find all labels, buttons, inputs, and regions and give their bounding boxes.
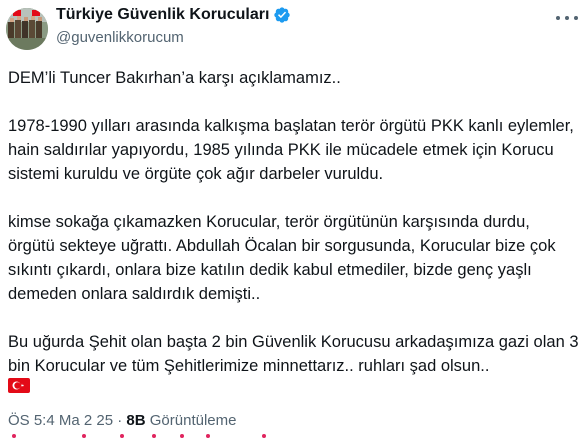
tweet-paragraph: 1978-1990 yılları arasında kalkışma başl… (8, 117, 579, 183)
tweet-text: DEM’li Tuncer Bakırhan’a karşı açıklamam… (8, 66, 580, 378)
turkey-flag-icon (8, 378, 30, 393)
link-underline-marker (12, 434, 16, 438)
verified-badge-icon (274, 7, 291, 23)
more-options-icon[interactable] (556, 10, 578, 26)
views-count: 8​​B (126, 412, 146, 429)
tweet-paragraph: DEM’li Tuncer Bakırhan’a karşı açıklamam… (8, 69, 341, 87)
display-name[interactable]: Türkiye Güvenlik Korucuları (56, 6, 269, 24)
tweet-timestamp[interactable]: Ö​S 5:​4 M​a​ 2 ​25 · (8, 412, 122, 429)
link-underline-marker (120, 434, 124, 438)
views-label: Görüntüleme (149, 412, 237, 429)
link-underline-marker (152, 434, 156, 438)
tweet-paragraph: kimse sokağa çıkamazken Korucular, terör… (8, 213, 561, 303)
tweet-paragraph: Bu uğurda Şehit olan başta 2 bin Güvenli… (8, 333, 584, 375)
account-name-row[interactable]: Türkiye Güvenlik Korucuları (56, 6, 291, 24)
link-underline-marker (206, 434, 210, 438)
link-underline-marker (82, 434, 86, 438)
avatar[interactable] (6, 8, 48, 50)
tweet-meta: Ö​S 5:​4 M​a​ 2 ​25 · 8​​B Görüntüleme (8, 412, 236, 429)
account-handle[interactable]: @guvenlikkorucum (56, 29, 184, 46)
link-underline-marker (262, 434, 266, 438)
link-underline-marker (180, 434, 184, 438)
